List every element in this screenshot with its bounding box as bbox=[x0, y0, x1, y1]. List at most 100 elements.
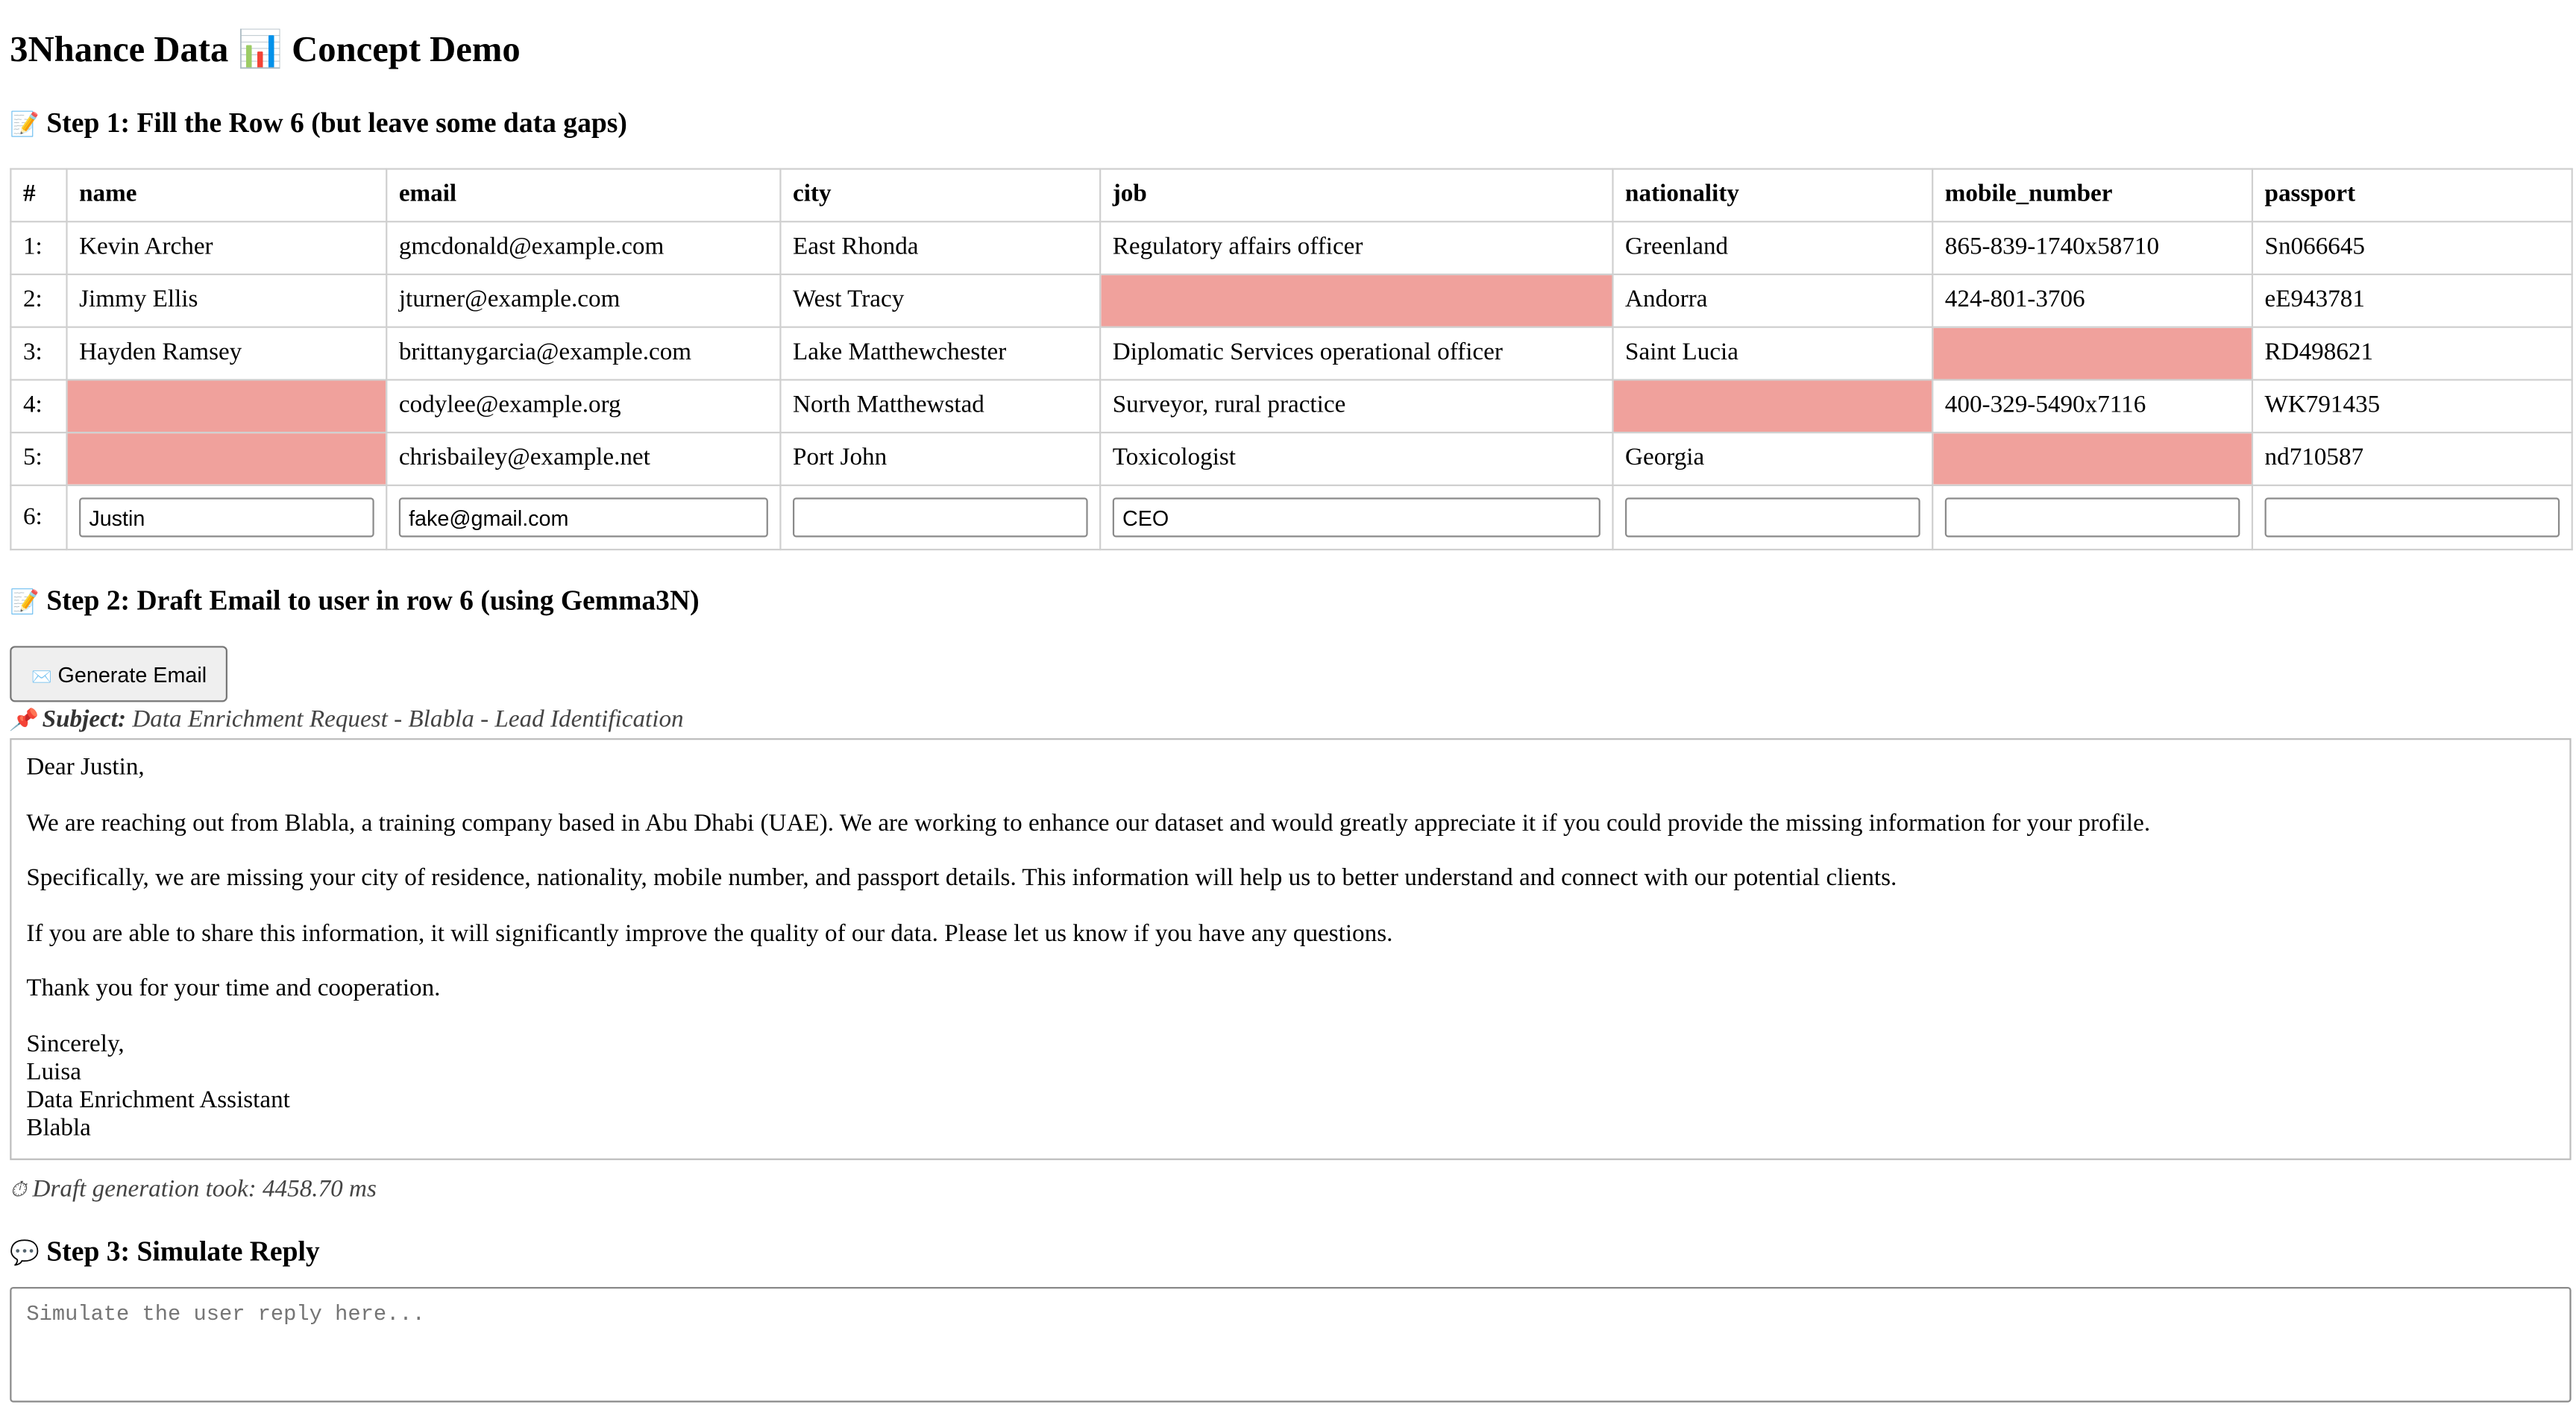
table-cell: Lake Matthewchester bbox=[779, 326, 1102, 381]
table-cell: WK791435 bbox=[2251, 379, 2573, 434]
table-cell: jturner@example.com bbox=[386, 273, 782, 328]
table-cell: Hayden Ramsey bbox=[66, 326, 388, 381]
table-cell: codylee@example.org bbox=[386, 379, 782, 434]
email-subject: 📌 Subject: Data Enrichment Request - Bla… bbox=[10, 705, 2576, 735]
table-header-row: # name email city job nationality mobile_numbe… bbox=[10, 168, 2573, 223]
table-cell: East Rhonda bbox=[779, 221, 1102, 276]
mobile_number-input[interactable] bbox=[1944, 497, 2240, 538]
email-paragraph: Specifically, we are missing your city o… bbox=[26, 865, 1897, 892]
email-greeting: Dear Justin, bbox=[26, 755, 145, 781]
input-cell bbox=[1099, 484, 1614, 551]
step3-title: Step 3: Simulate Reply bbox=[46, 1235, 320, 1267]
nationality-input[interactable] bbox=[1625, 497, 1920, 538]
table-cell: gmcdonald@example.com bbox=[386, 221, 782, 276]
row-number: 6: bbox=[10, 484, 68, 551]
column-header: passport bbox=[2251, 168, 2573, 223]
table-cell: 400-329-5490x7116 bbox=[1932, 379, 2254, 434]
email-input[interactable] bbox=[398, 497, 768, 538]
email-paragraph: If you are able to share this informatio… bbox=[26, 920, 1393, 947]
input-cell bbox=[779, 484, 1102, 551]
generation-timing: ⏱ Draft generation took: 4458.70 ms bbox=[10, 1176, 2576, 1209]
memo-icon: 📝 bbox=[10, 112, 40, 139]
missing-cell bbox=[1612, 379, 1934, 434]
input-cell bbox=[1932, 484, 2254, 551]
missing-cell bbox=[66, 379, 388, 434]
step2-title: Step 2: Draft Email to user in row 6 (us… bbox=[46, 585, 700, 617]
column-header: nationality bbox=[1612, 168, 1934, 223]
city-input[interactable] bbox=[793, 497, 1088, 538]
missing-cell bbox=[1932, 432, 2254, 486]
row-number: 5: bbox=[10, 432, 68, 486]
table-row: 1: Kevin Archer gmcdonald@example.com East … bbox=[10, 221, 2573, 276]
signature-line: Data Enrichment Assistant bbox=[26, 1086, 290, 1113]
step2-heading: 📝 Step 2: Draft Email to user in row 6 (… bbox=[10, 550, 2576, 646]
subject-text: Data Enrichment Request - Blabla - Lead … bbox=[132, 707, 684, 734]
table-cell: brittanygarcia@example.com bbox=[386, 326, 782, 381]
envelope-icon: ✉️ bbox=[31, 668, 52, 687]
table-cell: 865-839-1740x58710 bbox=[1932, 221, 2254, 276]
table-cell: Greenland bbox=[1612, 221, 1934, 276]
table-row: 3: Hayden Ramsey brittanygarcia@example.co… bbox=[10, 326, 2573, 381]
page-title: 3Nhance Data 📊 Concept Demo bbox=[10, 28, 521, 69]
table-cell: nd710587 bbox=[2251, 432, 2573, 486]
job-input[interactable] bbox=[1112, 497, 1600, 538]
email-paragraph: Thank you for your time and cooperation. bbox=[26, 975, 441, 1002]
page-root: 3Nhance Data 📊 Concept Demo 📝 Step 1: Fi… bbox=[0, 0, 2576, 1410]
table-cell: Kevin Archer bbox=[66, 221, 388, 276]
table-cell: Port John bbox=[779, 432, 1102, 486]
table-cell: RD498621 bbox=[2251, 326, 2573, 381]
table-cell: West Tracy bbox=[779, 273, 1102, 328]
table-cell: Surveyor, rural practice bbox=[1099, 379, 1614, 434]
input-cell bbox=[66, 484, 388, 551]
input-row: 6: bbox=[10, 484, 2573, 551]
signature-line: Blabla bbox=[26, 1115, 91, 1142]
name-input[interactable] bbox=[79, 497, 374, 538]
table-cell: Georgia bbox=[1612, 432, 1934, 486]
table-cell: Jimmy Ellis bbox=[66, 273, 388, 328]
generate-email-label: Generate Email bbox=[57, 661, 207, 687]
table-row: 4: codylee@example.org North Matthewstad Su… bbox=[10, 379, 2573, 434]
email-draft: Dear Justin, We are reaching out from Bl… bbox=[10, 738, 2572, 1159]
signature-line: Luisa bbox=[26, 1058, 82, 1086]
memo-icon: 📝 bbox=[10, 590, 40, 617]
missing-cell bbox=[1932, 326, 2254, 381]
email-paragraph: We are reaching out from Blabla, a train… bbox=[26, 810, 2151, 837]
row-number: 1: bbox=[10, 221, 68, 276]
column-header: mobile_number bbox=[1932, 168, 2254, 223]
speech-bubble-icon: 💬 bbox=[10, 1240, 40, 1267]
column-header: job bbox=[1099, 168, 1614, 223]
table-cell: Diplomatic Services operational officer bbox=[1099, 326, 1614, 381]
table-cell: Saint Lucia bbox=[1612, 326, 1934, 381]
table-cell: eE943781 bbox=[2251, 273, 2573, 328]
column-header: city bbox=[779, 168, 1102, 223]
input-cell bbox=[386, 484, 782, 551]
reply-input[interactable] bbox=[10, 1285, 2572, 1402]
pushpin-icon: 📌 bbox=[10, 708, 37, 734]
data-table: # name email city job nationality mobile_numbe… bbox=[10, 168, 2573, 551]
row-number: 3: bbox=[10, 326, 68, 381]
stopwatch-icon: ⏱ bbox=[10, 1177, 27, 1203]
row-number: 2: bbox=[10, 273, 68, 328]
table-cell: North Matthewstad bbox=[779, 379, 1102, 434]
row-number: 4: bbox=[10, 379, 68, 434]
table-cell: chrisbailey@example.net bbox=[386, 432, 782, 486]
step3-heading: 💬 Step 3: Simulate Reply bbox=[10, 1209, 2576, 1286]
step1-heading: 📝 Step 1: Fill the Row 6 (but leave some… bbox=[10, 74, 2576, 168]
missing-cell bbox=[66, 432, 388, 486]
table-row: 2: Jimmy Ellis jturner@example.com West Tra… bbox=[10, 273, 2573, 328]
input-cell bbox=[2251, 484, 2573, 551]
input-cell bbox=[1612, 484, 1934, 551]
column-header: email bbox=[386, 168, 782, 223]
table-row: 5: chrisbailey@example.net Port John Toxico… bbox=[10, 432, 2573, 486]
table-cell: Regulatory affairs officer bbox=[1099, 221, 1614, 276]
table-cell: Andorra bbox=[1612, 273, 1934, 328]
step1-title: Step 1: Fill the Row 6 (but leave some d… bbox=[46, 107, 627, 139]
signature-line: Sincerely, bbox=[26, 1030, 125, 1057]
passport-input[interactable] bbox=[2264, 497, 2560, 538]
subject-label: Subject: bbox=[42, 707, 127, 734]
email-signature: Sincerely, Luisa Data Enrichment Assista… bbox=[26, 1030, 2554, 1142]
table-cell: 424-801-3706 bbox=[1932, 273, 2254, 328]
missing-cell bbox=[1099, 273, 1614, 328]
timing-text: Draft generation took: 4458.70 ms bbox=[32, 1175, 377, 1203]
generate-email-button[interactable]: ✉️ Generate Email bbox=[10, 646, 228, 702]
